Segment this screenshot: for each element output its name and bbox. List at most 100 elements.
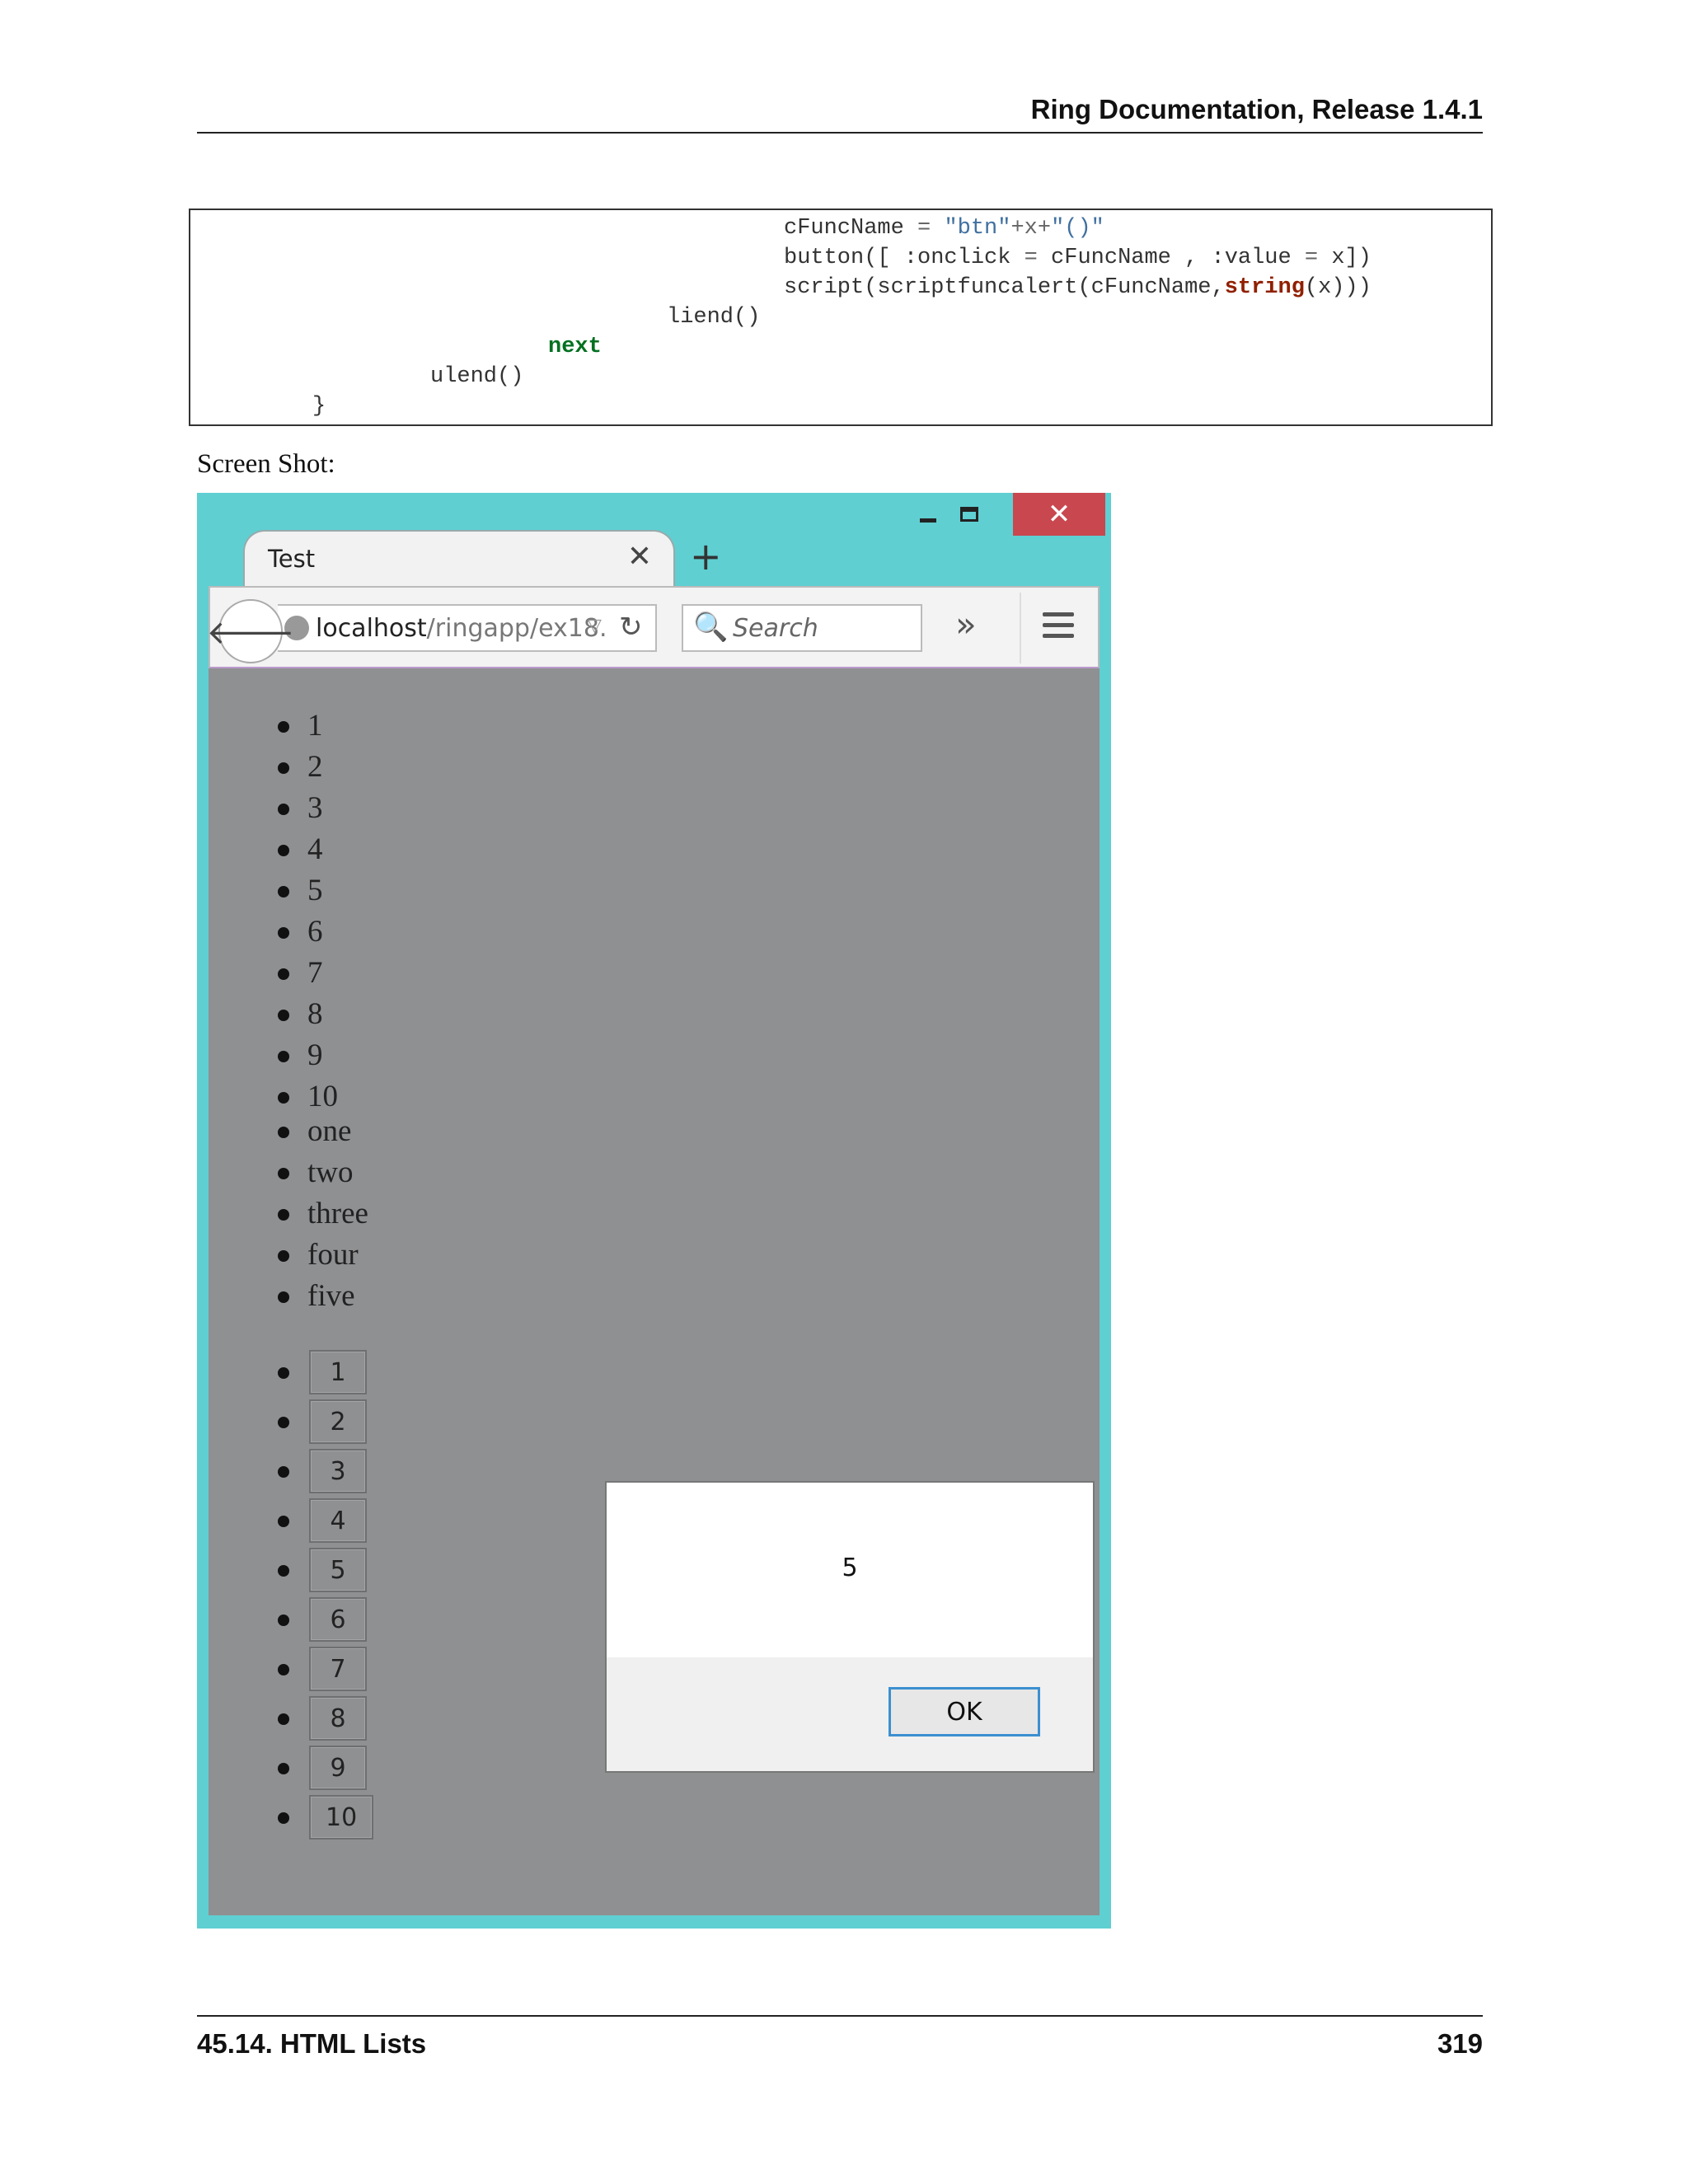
list-item-label: five bbox=[307, 1279, 355, 1313]
close-icon: ✕ bbox=[1047, 498, 1071, 531]
list-button[interactable]: 1 bbox=[309, 1350, 367, 1394]
list-button[interactable]: 2 bbox=[309, 1399, 367, 1444]
url-path: /ringapp/ex18. bbox=[426, 614, 607, 643]
ok-button[interactable]: OK bbox=[889, 1687, 1040, 1736]
bullet-icon bbox=[278, 927, 289, 939]
code-token: (x))) bbox=[1304, 275, 1372, 300]
code-token: x]) bbox=[1318, 246, 1372, 270]
list-button[interactable]: 10 bbox=[309, 1795, 374, 1840]
bullet-icon bbox=[278, 1417, 289, 1428]
bullet-icon bbox=[278, 886, 289, 898]
section-title: 45.14. HTML Lists bbox=[197, 2028, 427, 2059]
list-item-label: three bbox=[307, 1197, 368, 1230]
bullet-icon bbox=[278, 1466, 289, 1478]
url-text: localhost/ringapp/ex18. bbox=[316, 614, 607, 643]
page-header: Ring Documentation, Release 1.4.1 bbox=[197, 91, 1483, 134]
bullet-icon bbox=[278, 1051, 289, 1062]
code-line-1: cFuncName = "btn"+x+"()" bbox=[784, 213, 1104, 243]
list-button[interactable]: 8 bbox=[309, 1696, 367, 1741]
list-item-label: 9 bbox=[307, 1038, 323, 1072]
alert-dialog: 5 OK bbox=[605, 1481, 1095, 1773]
code-token: = bbox=[1024, 246, 1038, 270]
hamburger-menu-icon[interactable] bbox=[1043, 612, 1074, 644]
list-item-label: 2 bbox=[307, 750, 323, 784]
tab-test[interactable]: Test ✕ bbox=[243, 530, 675, 588]
list-button[interactable]: 9 bbox=[309, 1746, 367, 1790]
document-title: Ring Documentation, Release 1.4.1 bbox=[1030, 94, 1483, 124]
list-item-label: 3 bbox=[307, 791, 323, 825]
back-arrow-icon: 🡐 bbox=[206, 613, 295, 652]
bullet-icon bbox=[278, 1565, 289, 1577]
list-button[interactable]: 7 bbox=[309, 1647, 367, 1691]
code-line-6: ulend() bbox=[430, 364, 524, 389]
reload-icon[interactable]: ↻ bbox=[619, 611, 643, 644]
list-item-label: two bbox=[307, 1155, 354, 1189]
code-token: button([ :onclick bbox=[784, 246, 1025, 270]
bullet-icon bbox=[278, 1209, 289, 1221]
bullet-icon bbox=[278, 1516, 289, 1527]
bullet-icon bbox=[278, 1713, 289, 1725]
code-token: = bbox=[1304, 246, 1319, 270]
bullet-icon bbox=[278, 845, 289, 856]
close-window-button[interactable]: ✕ bbox=[1013, 493, 1105, 536]
code-line-7: } bbox=[312, 394, 326, 419]
list-item-label: 5 bbox=[307, 874, 323, 907]
bullet-icon bbox=[278, 1092, 289, 1104]
code-line-3: script(scriptfuncalert(cFuncName,string(… bbox=[784, 273, 1372, 302]
list-item-label: 6 bbox=[307, 915, 323, 949]
code-line-2: button([ :onclick = cFuncName , :value =… bbox=[784, 243, 1372, 273]
alert-message: 5 bbox=[842, 1554, 858, 1582]
browser-window: ✕ Test ✕ + localhost/ringapp/ex18. ▽ ↻ 🡐… bbox=[197, 493, 1111, 1929]
navigation-toolbar: localhost/ringapp/ex18. ▽ ↻ 🡐 🔍 Search » bbox=[206, 586, 1100, 668]
code-line-5: next bbox=[548, 335, 602, 359]
url-host: localhost bbox=[316, 614, 427, 643]
bullet-icon bbox=[278, 968, 289, 980]
url-bar[interactable]: localhost/ringapp/ex18. ▽ ↻ bbox=[278, 604, 657, 652]
search-icon: 🔍 bbox=[693, 611, 729, 644]
list-item-label: 8 bbox=[307, 997, 323, 1031]
page-number: 319 bbox=[1437, 2028, 1483, 2059]
minimize-icon bbox=[920, 518, 936, 523]
dropdown-icon[interactable]: ▽ bbox=[588, 616, 602, 636]
new-tab-button[interactable]: + bbox=[690, 534, 722, 579]
list-item-label: one bbox=[307, 1114, 352, 1148]
code-token: string bbox=[1224, 275, 1305, 300]
list-button[interactable]: 3 bbox=[309, 1449, 367, 1493]
list-button[interactable]: 6 bbox=[309, 1597, 367, 1642]
bullet-icon bbox=[278, 1615, 289, 1626]
list-item-label: 4 bbox=[307, 832, 323, 866]
code-token: "btn" bbox=[944, 216, 1011, 241]
list-button[interactable]: 5 bbox=[309, 1548, 367, 1592]
bullet-icon bbox=[278, 1367, 289, 1379]
bullet-icon bbox=[278, 804, 289, 815]
bullet-icon bbox=[278, 1763, 289, 1774]
code-block: cFuncName = "btn"+x+"()" button([ :oncli… bbox=[189, 209, 1493, 426]
code-token: cFuncName bbox=[784, 216, 918, 241]
minimize-button[interactable] bbox=[907, 493, 949, 536]
bullet-icon bbox=[278, 1291, 289, 1303]
list-item-label: four bbox=[307, 1238, 359, 1272]
code-token: cFuncName , :value bbox=[1037, 246, 1305, 270]
code-line-4: liend() bbox=[667, 305, 761, 330]
bullet-icon bbox=[278, 762, 289, 774]
maximize-icon bbox=[960, 507, 978, 522]
bullet-icon bbox=[278, 1812, 289, 1824]
page-footer: 45.14. HTML Lists 319 bbox=[197, 2015, 1483, 2059]
bullet-icon bbox=[278, 1127, 289, 1138]
search-placeholder: Search bbox=[733, 614, 818, 643]
code-token: = bbox=[917, 216, 945, 241]
list-item-label: 7 bbox=[307, 956, 323, 990]
tab-title: Test bbox=[268, 545, 316, 573]
tab-close-icon[interactable]: ✕ bbox=[627, 540, 652, 574]
caption: Screen Shot: bbox=[197, 449, 335, 479]
bullet-icon bbox=[278, 1168, 289, 1179]
alert-body: 5 bbox=[607, 1483, 1093, 1657]
overflow-icon[interactable]: » bbox=[955, 604, 977, 644]
code-token: script(scriptfuncalert(cFuncName, bbox=[784, 275, 1225, 300]
code-token: "()" bbox=[1051, 216, 1104, 241]
toolbar-divider bbox=[1020, 593, 1021, 663]
list-button[interactable]: 4 bbox=[309, 1498, 367, 1543]
maximize-button[interactable] bbox=[949, 493, 990, 536]
search-input[interactable]: 🔍 Search bbox=[682, 604, 922, 652]
back-button[interactable]: 🡐 bbox=[206, 599, 295, 663]
